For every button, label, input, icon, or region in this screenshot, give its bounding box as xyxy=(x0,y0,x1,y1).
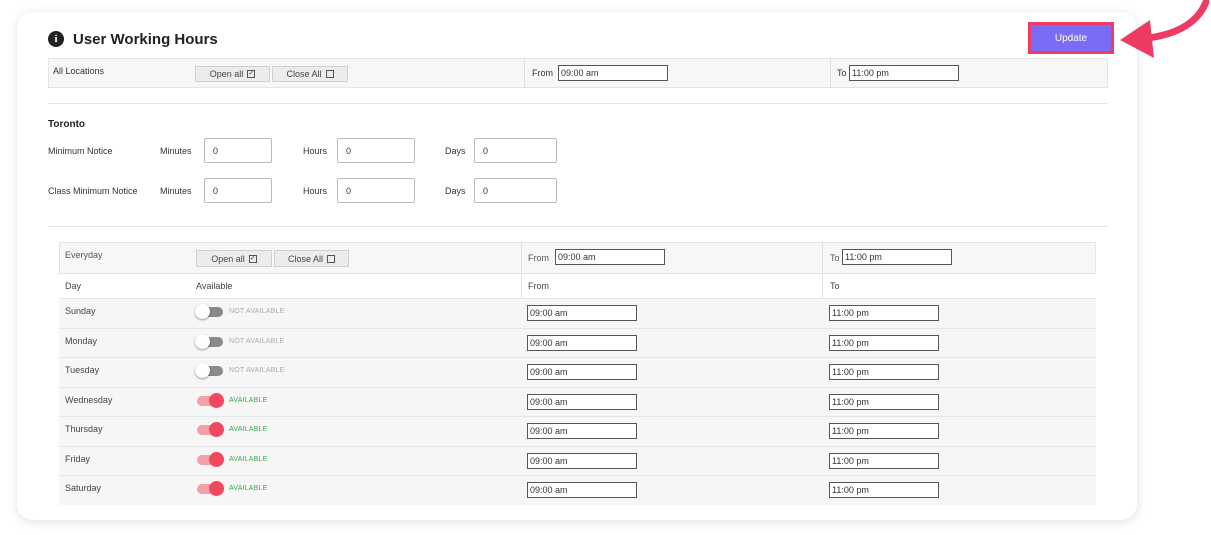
everyday-from-label: From xyxy=(528,253,549,263)
toggle-knob xyxy=(209,481,224,496)
availability-status: AVAILABLE xyxy=(229,397,268,404)
availability-toggle[interactable] xyxy=(195,334,223,349)
title-row: i User Working Hours xyxy=(48,29,218,49)
availability-status: AVAILABLE xyxy=(229,485,268,492)
class-minimum-notice-days-input[interactable] xyxy=(474,178,557,203)
location-name: Toronto xyxy=(48,119,86,130)
everyday-close-all-button[interactable]: Close All xyxy=(274,250,349,267)
day-from-input[interactable] xyxy=(527,453,637,469)
class-minimum-notice-hours-input[interactable] xyxy=(337,178,415,203)
class-minimum-notice-minutes-input[interactable] xyxy=(204,178,272,203)
all-locations-from-input[interactable] xyxy=(558,65,668,81)
page-title: User Working Hours xyxy=(73,30,218,48)
availability-status: NOT AVAILABLE xyxy=(229,367,285,374)
day-to-input[interactable] xyxy=(829,423,939,439)
update-highlight: Update xyxy=(1028,22,1114,54)
all-locations-to-input[interactable] xyxy=(849,65,959,81)
day-name: Monday xyxy=(65,336,98,346)
availability-toggle[interactable] xyxy=(197,393,224,408)
info-icon: i xyxy=(48,31,64,47)
all-locations-from-label: From xyxy=(532,68,553,78)
curved-arrow-icon xyxy=(1120,0,1210,58)
divider xyxy=(48,226,1108,227)
day-to-input[interactable] xyxy=(829,394,939,410)
availability-status: NOT AVAILABLE xyxy=(229,338,285,345)
everyday-from-input[interactable] xyxy=(555,249,665,265)
minimum-notice-days-label: Days xyxy=(445,146,466,156)
minimum-notice-minutes-input[interactable] xyxy=(204,138,272,163)
minimum-notice-hours-input[interactable] xyxy=(337,138,415,163)
availability-toggle[interactable] xyxy=(197,481,224,496)
everyday-to-label: To xyxy=(830,253,840,263)
from-column-header: From xyxy=(528,281,549,291)
everyday-open-all-button[interactable]: Open all ✓ xyxy=(196,250,272,267)
to-column-header: To xyxy=(830,281,840,291)
availability-toggle[interactable] xyxy=(197,452,224,467)
minimum-notice-label: Minimum Notice xyxy=(48,146,113,156)
class-minimum-notice-hours-label: Hours xyxy=(303,186,328,196)
availability-toggle[interactable] xyxy=(195,363,223,378)
day-name: Saturday xyxy=(65,483,102,493)
day-to-input[interactable] xyxy=(829,364,939,380)
day-from-input[interactable] xyxy=(527,305,637,321)
all-locations-label: All Locations xyxy=(53,66,105,76)
all-locations-open-all-button[interactable]: Open all ✓ xyxy=(195,66,270,82)
day-from-input[interactable] xyxy=(527,423,637,439)
checked-box-icon: ✓ xyxy=(248,254,257,263)
day-name: Tuesday xyxy=(65,365,100,375)
day-from-input[interactable] xyxy=(527,482,637,498)
column-divider xyxy=(524,58,525,88)
day-from-input[interactable] xyxy=(527,335,637,351)
day-from-input[interactable] xyxy=(527,364,637,380)
update-button[interactable]: Update xyxy=(1031,25,1111,51)
available-column-header: Available xyxy=(196,281,233,291)
close-all-label: Close All xyxy=(287,253,323,264)
open-all-label: Open all xyxy=(209,69,244,79)
all-locations-close-all-button[interactable]: Close All xyxy=(272,66,348,82)
divider xyxy=(48,103,1108,104)
all-locations-to-label: To xyxy=(837,68,847,78)
day-to-input[interactable] xyxy=(829,305,939,321)
empty-box-icon xyxy=(325,70,334,78)
toggle-knob xyxy=(209,452,224,467)
empty-box-icon xyxy=(327,254,335,263)
day-name: Sunday xyxy=(65,306,96,316)
class-minimum-notice-minutes-label: Minutes xyxy=(160,186,192,196)
everyday-label: Everyday xyxy=(65,250,103,260)
day-name: Wednesday xyxy=(65,395,113,405)
checked-box-icon: ✓ xyxy=(247,70,256,78)
day-column-header: Day xyxy=(65,281,82,291)
day-name: Friday xyxy=(65,454,91,464)
availability-toggle[interactable] xyxy=(197,422,224,437)
minimum-notice-hours-label: Hours xyxy=(303,146,328,156)
toggle-knob xyxy=(209,422,224,437)
toggle-knob xyxy=(195,363,210,378)
day-from-input[interactable] xyxy=(527,394,637,410)
close-all-label: Close All xyxy=(286,69,322,79)
toggle-knob xyxy=(195,334,210,349)
day-name: Thursday xyxy=(65,424,103,434)
class-minimum-notice-days-label: Days xyxy=(445,186,466,196)
minimum-notice-days-input[interactable] xyxy=(474,138,557,163)
minimum-notice-minutes-label: Minutes xyxy=(160,146,192,156)
availability-toggle[interactable] xyxy=(195,304,223,319)
availability-status: AVAILABLE xyxy=(229,456,268,463)
everyday-to-input[interactable] xyxy=(842,249,952,265)
day-to-input[interactable] xyxy=(829,453,939,469)
open-all-label: Open all xyxy=(211,253,245,264)
column-divider xyxy=(830,58,831,88)
class-minimum-notice-label: Class Minimum Notice xyxy=(48,186,138,196)
availability-status: NOT AVAILABLE xyxy=(229,308,285,315)
availability-status: AVAILABLE xyxy=(229,426,268,433)
toggle-knob xyxy=(209,393,224,408)
day-to-input[interactable] xyxy=(829,482,939,498)
day-to-input[interactable] xyxy=(829,335,939,351)
toggle-knob xyxy=(195,304,210,319)
